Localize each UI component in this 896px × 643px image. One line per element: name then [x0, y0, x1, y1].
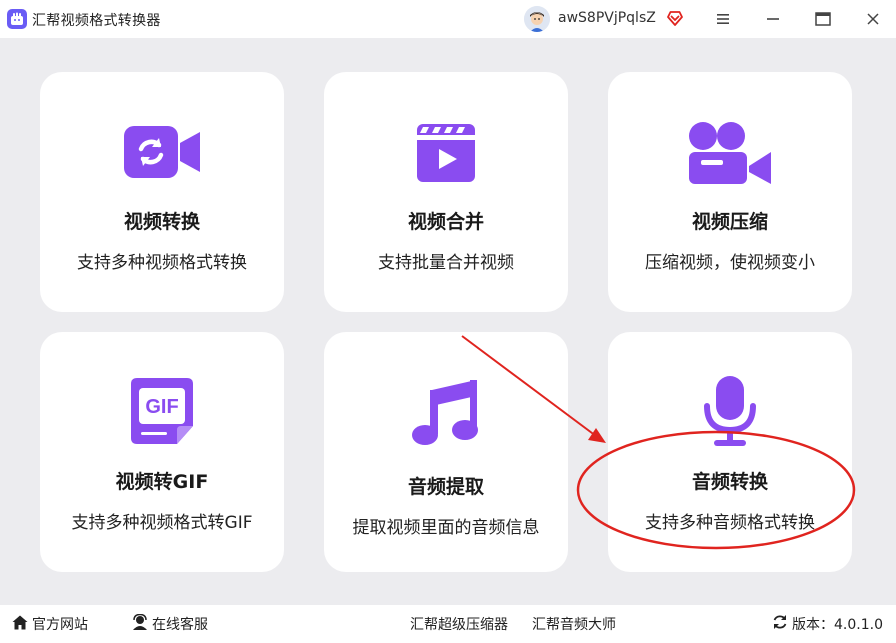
gif-icon: GIF: [131, 378, 193, 448]
support-agent-icon: [132, 613, 148, 634]
card-audio-convert[interactable]: 音频转换 支持多种音频格式转换: [608, 332, 852, 572]
card-title: 视频转GIF: [115, 471, 209, 493]
official-website-label: 官方网站: [32, 617, 88, 633]
online-support-label: 在线客服: [152, 617, 208, 633]
minimize-icon[interactable]: [759, 5, 787, 33]
video-convert-icon: [124, 126, 200, 182]
card-desc: 支持多种视频格式转GIF: [71, 513, 253, 533]
card-video-merge[interactable]: 视频合并 支持批量合并视频: [324, 72, 568, 312]
vip-heart-icon[interactable]: [666, 9, 684, 27]
official-website-link[interactable]: 官方网站: [12, 614, 88, 634]
refresh-icon: [772, 614, 788, 634]
card-title: 音频提取: [407, 476, 484, 498]
bottom-bar: 官方网站 在线客服 汇帮超级压缩器 汇帮音频大师 版本：4.0.1.0: [0, 605, 896, 643]
microphone-icon: [704, 376, 756, 452]
card-audio-extract[interactable]: 音频提取 提取视频里面的音频信息: [324, 332, 568, 572]
card-title: 视频转换: [123, 211, 200, 233]
card-title: 视频压缩: [691, 211, 768, 233]
close-icon[interactable]: [859, 5, 887, 33]
app-logo-icon: [7, 9, 27, 29]
version-info[interactable]: 版本：4.0.1.0: [772, 614, 883, 634]
maximize-icon[interactable]: [809, 5, 837, 33]
title-bar: 汇帮视频格式转换器 awS8PVjPqlsZ: [0, 0, 896, 38]
card-desc: 提取视频里面的音频信息: [352, 518, 540, 538]
card-video-compress[interactable]: 视频压缩 压缩视频，使视频变小: [608, 72, 852, 312]
card-title: 视频合并: [407, 211, 484, 233]
svg-text:GIF: GIF: [145, 396, 178, 418]
card-video-to-gif[interactable]: GIF 视频转GIF 支持多种视频格式转GIF: [40, 332, 284, 572]
version-label: 版本：4.0.1.0: [792, 617, 883, 633]
card-desc: 支持多种音频格式转换: [645, 513, 815, 533]
menu-icon[interactable]: [709, 5, 737, 33]
online-support-link[interactable]: 在线客服: [132, 613, 208, 634]
card-desc: 压缩视频，使视频变小: [645, 253, 815, 273]
card-desc: 支持批量合并视频: [378, 253, 514, 273]
avatar[interactable]: [524, 6, 550, 32]
audio-master-link[interactable]: 汇帮音频大师: [532, 614, 616, 634]
video-compress-icon: [689, 122, 771, 188]
compressor-link[interactable]: 汇帮超级压缩器: [410, 614, 508, 634]
home-icon: [12, 615, 28, 634]
card-desc: 支持多种视频格式转换: [77, 253, 247, 273]
card-video-convert[interactable]: 视频转换 支持多种视频格式转换: [40, 72, 284, 312]
app-title: 汇帮视频格式转换器: [32, 13, 161, 29]
video-merge-icon: [417, 124, 475, 186]
music-note-icon: [412, 380, 480, 450]
username[interactable]: awS8PVjPqlsZ: [558, 10, 656, 26]
card-title: 音频转换: [691, 471, 768, 493]
